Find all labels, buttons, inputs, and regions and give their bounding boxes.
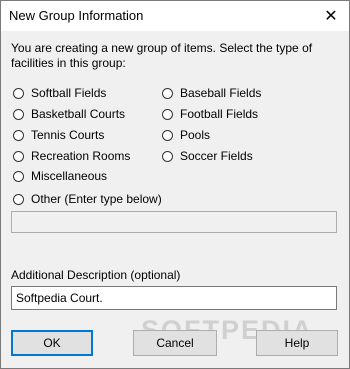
radio-football-fields[interactable]: Football Fields xyxy=(162,107,258,121)
description-input[interactable] xyxy=(11,286,337,310)
cancel-button[interactable]: Cancel xyxy=(133,330,217,356)
radio-label: Softball Fields xyxy=(31,86,107,100)
radio-circle-icon xyxy=(13,193,24,205)
window-title: New Group Information xyxy=(9,8,144,23)
radio-label: Soccer Fields xyxy=(180,149,253,163)
radio-circle-icon xyxy=(13,129,24,141)
radio-baseball-fields[interactable]: Baseball Fields xyxy=(162,86,261,100)
dialog-window: New Group Information ✕ You are creating… xyxy=(0,0,350,369)
radio-label: Pools xyxy=(180,128,211,142)
radio-circle-icon xyxy=(13,87,24,99)
radio-label: Miscellaneous xyxy=(31,169,108,183)
close-icon[interactable]: ✕ xyxy=(315,3,347,29)
radio-recreation-rooms[interactable]: Recreation Rooms xyxy=(13,149,130,163)
radio-basketball-courts[interactable]: Basketball Courts xyxy=(13,107,125,121)
radio-miscellaneous[interactable]: Miscellaneous xyxy=(13,169,107,183)
radio-circle-icon xyxy=(162,87,173,99)
radio-circle-icon xyxy=(162,129,173,141)
help-button[interactable]: Help xyxy=(256,330,338,356)
radio-circle-icon xyxy=(162,150,173,162)
radio-circle-icon xyxy=(162,108,173,120)
description-label: Additional Description (optional) xyxy=(11,268,181,282)
radio-label: Recreation Rooms xyxy=(31,149,131,163)
radio-circle-icon xyxy=(13,108,24,120)
radio-circle-icon xyxy=(13,150,24,162)
radio-label: Other (Enter type below) xyxy=(31,192,162,206)
title-bar[interactable]: New Group Information ✕ xyxy=(1,1,349,31)
radio-label: Tennis Courts xyxy=(31,128,105,142)
ok-button[interactable]: OK xyxy=(11,330,93,356)
radio-softball-fields[interactable]: Softball Fields xyxy=(13,86,106,100)
intro-text: You are creating a new group of items. S… xyxy=(11,41,313,70)
radio-label: Basketball Courts xyxy=(31,107,126,121)
radio-label: Baseball Fields xyxy=(180,86,262,100)
radio-label: Football Fields xyxy=(180,107,259,121)
radio-soccer-fields[interactable]: Soccer Fields xyxy=(162,149,253,163)
radio-other[interactable]: Other (Enter type below) xyxy=(13,192,162,206)
other-type-input[interactable] xyxy=(11,211,337,233)
radio-pools[interactable]: Pools xyxy=(162,128,210,142)
radio-circle-icon xyxy=(13,170,24,182)
radio-tennis-courts[interactable]: Tennis Courts xyxy=(13,128,104,142)
